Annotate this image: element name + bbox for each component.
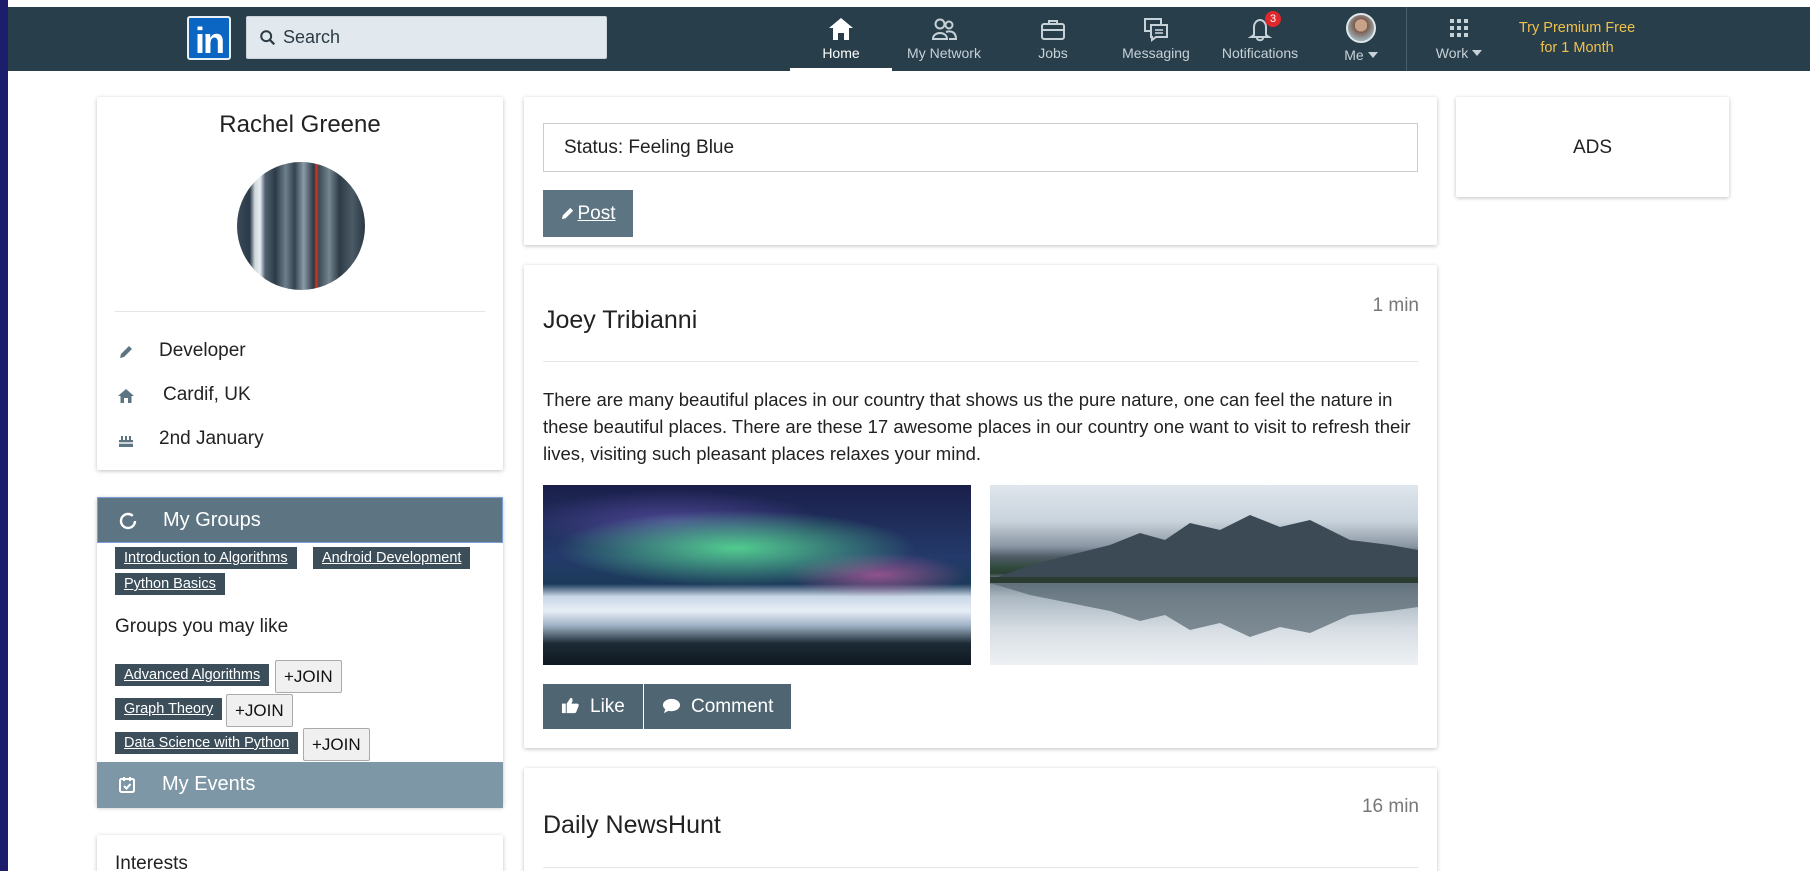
calendar-check-icon	[119, 777, 135, 793]
my-groups-header[interactable]: My Groups	[97, 497, 503, 543]
interests-title: Interests	[115, 853, 188, 871]
post-image-lake[interactable]	[990, 485, 1418, 665]
nav-jobs[interactable]: Jobs	[1018, 7, 1088, 71]
nav-me[interactable]: Me	[1326, 7, 1396, 71]
my-events-label: My Events	[162, 773, 256, 795]
nav-jobs-label: Jobs	[1038, 45, 1068, 61]
nav-divider	[1406, 7, 1407, 71]
home-icon	[118, 389, 134, 403]
ads-label: ADS	[1572, 137, 1613, 158]
join-button-data-science[interactable]: +JOIN	[303, 728, 370, 761]
post-button-label: Post	[577, 203, 616, 224]
post-author[interactable]: Joey Tribianni	[543, 306, 697, 335]
search-input[interactable]	[283, 17, 603, 58]
status-composer: Post	[524, 97, 1437, 245]
post-divider	[543, 361, 1418, 362]
comment-button[interactable]: Comment	[644, 684, 792, 729]
status-input[interactable]	[543, 123, 1418, 172]
nav-work[interactable]: Work	[1424, 7, 1494, 71]
nav-messaging-label: Messaging	[1122, 45, 1190, 61]
feed-post: Joey Tribianni 1 min There are many beau…	[524, 265, 1437, 748]
me-caret-icon	[1367, 52, 1378, 58]
nav-notifications[interactable]: 3 Notifications	[1212, 7, 1308, 71]
my-groups-label: My Groups	[163, 509, 261, 531]
post-time: 16 min	[1361, 796, 1419, 817]
grid-icon	[1450, 19, 1468, 37]
group-tag-algorithms[interactable]: Introduction to Algorithms	[115, 547, 297, 569]
nav-messaging[interactable]: Messaging	[1112, 7, 1200, 71]
notifications-badge: 3	[1265, 11, 1281, 27]
suggested-tag-graph-theory[interactable]: Graph Theory	[115, 698, 223, 720]
linkedin-logo[interactable]: in	[187, 16, 231, 61]
interests-card: Interests	[97, 835, 503, 871]
premium-line-2: for 1 Month	[1540, 40, 1614, 56]
nav-me-label: Me	[1344, 47, 1364, 63]
nav-home-label: Home	[822, 45, 860, 61]
groups-suggest-title: Groups you may like	[115, 616, 289, 637]
thumbs-up-icon	[561, 697, 579, 714]
like-button[interactable]: Like	[543, 684, 643, 729]
home-icon	[829, 18, 853, 40]
search-icon	[260, 30, 276, 46]
nav-my-network-label: My Network	[907, 45, 981, 61]
ads-card: ADS	[1456, 97, 1729, 197]
top-navbar: in Home My Network Jobs Messaging 3 Noti…	[8, 7, 1810, 71]
pencil-icon	[562, 207, 574, 220]
post-button[interactable]: Post	[543, 190, 633, 237]
suggested-tag-advanced-algorithms[interactable]: Advanced Algorithms	[115, 664, 270, 686]
nav-work-label: Work	[1435, 45, 1469, 61]
app-frame: in Home My Network Jobs Messaging 3 Noti…	[8, 0, 1810, 871]
comment-icon	[662, 698, 681, 714]
join-button-advanced-algorithms[interactable]: +JOIN	[275, 660, 342, 693]
nav-home[interactable]: Home	[790, 7, 892, 71]
messaging-icon	[1144, 18, 1168, 42]
work-caret-icon	[1472, 50, 1483, 56]
like-label: Like	[590, 696, 625, 717]
nav-notifications-label: Notifications	[1221, 45, 1299, 61]
premium-link[interactable]: Try Premium Free for 1 Month	[1502, 18, 1652, 58]
group-tag-android[interactable]: Android Development	[313, 547, 471, 569]
premium-line-1: Try Premium Free	[1518, 20, 1636, 36]
profile-location: Cardif, UK	[163, 384, 251, 405]
nav-my-network[interactable]: My Network	[892, 7, 996, 71]
circle-notch-icon	[119, 512, 137, 530]
suggested-tag-data-science[interactable]: Data Science with Python	[115, 732, 299, 754]
post-author[interactable]: Daily NewsHunt	[543, 811, 721, 840]
briefcase-icon	[1041, 20, 1065, 40]
mountain-silhouette	[990, 515, 1418, 637]
my-events-header[interactable]: My Events	[97, 762, 503, 808]
profile-divider	[115, 311, 485, 312]
search-box[interactable]	[246, 16, 607, 59]
join-button-graph-theory[interactable]: +JOIN	[226, 694, 293, 727]
profile-card: Rachel Greene Developer Cardif, UK 2nd J…	[97, 97, 503, 470]
profile-title: Developer	[159, 340, 246, 361]
profile-avatar	[237, 162, 365, 290]
network-icon	[931, 18, 958, 40]
group-tag-python[interactable]: Python Basics	[115, 573, 225, 595]
comment-label: Comment	[691, 696, 774, 717]
birthday-cake-icon	[119, 436, 133, 447]
profile-birthday: 2nd January	[159, 428, 264, 449]
post-image-aurora[interactable]	[543, 485, 971, 665]
post-text: There are many beautiful places in our c…	[543, 389, 1411, 464]
profile-name: Rachel Greene	[219, 111, 381, 138]
groups-card: My Groups Introduction to Algorithms And…	[97, 497, 503, 808]
me-avatar	[1346, 13, 1376, 43]
post-divider	[543, 867, 1418, 868]
pencil-icon	[120, 346, 132, 358]
post-time: 1 min	[1372, 295, 1419, 316]
feed-post-2: Daily NewsHunt 16 min	[524, 768, 1437, 871]
